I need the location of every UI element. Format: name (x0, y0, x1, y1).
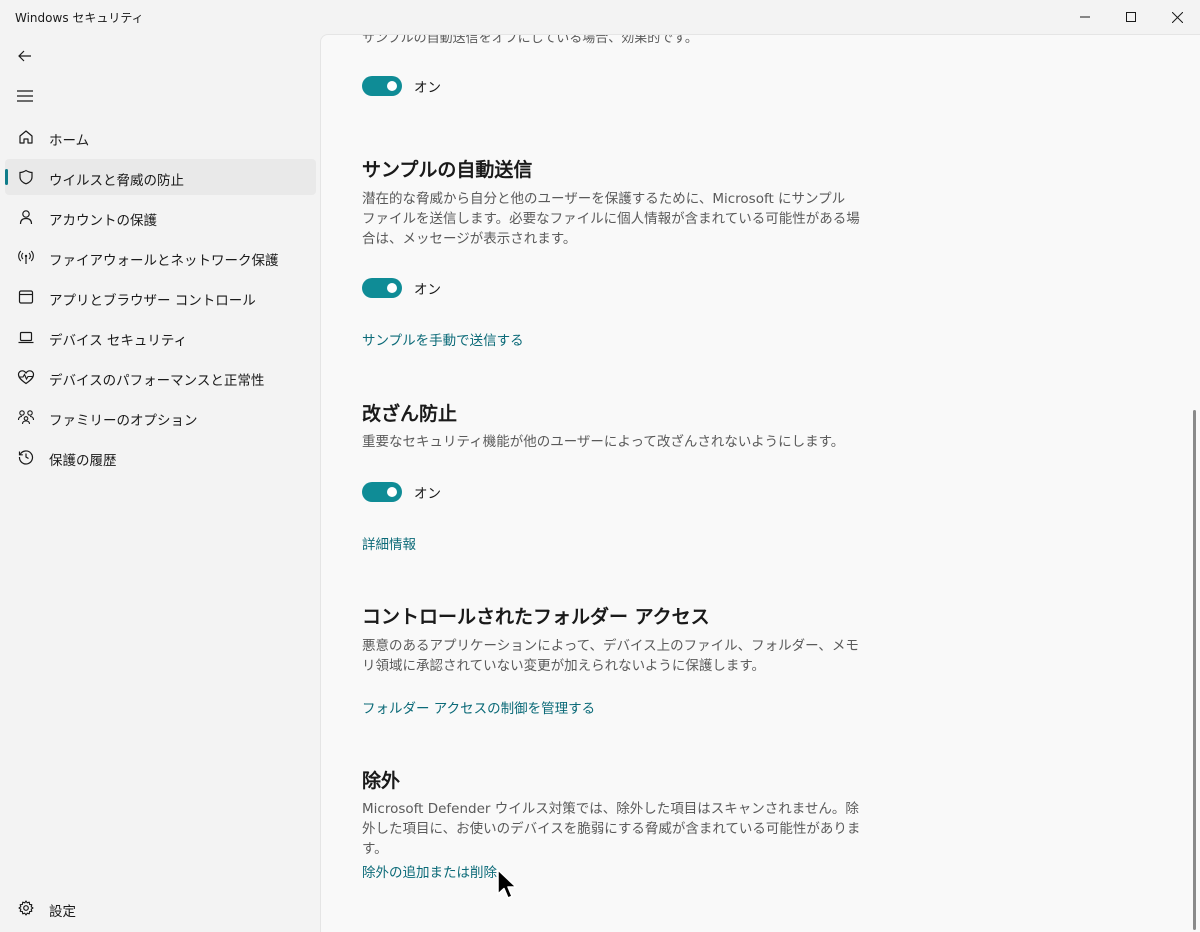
toggle-knob (387, 283, 397, 293)
home-icon (16, 127, 36, 147)
sidebar-item-label: ファミリーのオプション (49, 413, 198, 429)
back-arrow-icon (18, 50, 31, 62)
controlled-folder-description: 悪意のあるアプリケーションによって、デバイス上のファイル、フォルダー、メモリ領域… (362, 638, 859, 674)
sidebar-item-home[interactable]: ホーム (5, 119, 316, 155)
history-icon (16, 447, 36, 467)
title-bar: Windows セキュリティ (0, 0, 1200, 34)
manage-folder-access-link[interactable]: フォルダー アクセスの制御を管理する (362, 697, 595, 717)
back-button[interactable] (15, 46, 35, 66)
sidebar-item-family[interactable]: ファミリーのオプション (5, 399, 316, 435)
menu-button[interactable] (15, 86, 35, 106)
tamper-protection-description: 重要なセキュリティ機能が他のユーザーによって改ざんされないようにします。 (362, 434, 845, 450)
cloud-protection-toggle-row: オン (362, 76, 441, 96)
sidebar-item-device-health[interactable]: デバイスのパフォーマンスと正常性 (5, 359, 316, 395)
sidebar: ホーム ウイルスと脅威の防止 アカウントの保護 ファイアウォールとネットワーク保… (0, 34, 320, 932)
sidebar-item-account-protection[interactable]: アカウントの保護 (5, 199, 316, 235)
manual-sample-submit-link[interactable]: サンプルを手動で送信する (362, 329, 524, 349)
antenna-icon (16, 247, 36, 267)
sidebar-item-label: デバイスのパフォーマンスと正常性 (49, 373, 265, 389)
gear-icon (16, 898, 36, 918)
controlled-folder-title: コントロールされたフォルダー アクセス (362, 606, 710, 628)
person-icon (16, 207, 36, 227)
hamburger-icon (17, 90, 33, 102)
sidebar-item-label: 保護の履歴 (49, 453, 117, 469)
sidebar-item-virus-protection[interactable]: ウイルスと脅威の防止 (5, 159, 316, 195)
sample-submission-toggle-row: オン (362, 278, 441, 298)
toggle-knob (387, 487, 397, 497)
sidebar-item-device-security[interactable]: デバイス セキュリティ (5, 319, 316, 355)
sample-submission-title: サンプルの自動送信 (362, 159, 533, 181)
sample-submission-toggle[interactable] (362, 278, 402, 298)
sidebar-item-label: デバイス セキュリティ (49, 333, 188, 349)
vertical-scrollbar[interactable] (1193, 410, 1196, 930)
sidebar-item-label: アプリとブラウザー コントロール (49, 293, 256, 309)
mouse-cursor-icon (497, 869, 517, 899)
toggle-knob (387, 81, 397, 91)
tamper-protection-title: 改ざん防止 (362, 403, 458, 425)
app-window-icon (16, 287, 36, 307)
sidebar-item-protection-history[interactable]: 保護の履歴 (5, 439, 316, 475)
add-remove-exclusions-link[interactable]: 除外の追加または削除 (362, 861, 497, 881)
active-indicator (5, 169, 8, 185)
exclusions-description: Microsoft Defender ウイルス対策では、除外した項目はスキャンさ… (362, 801, 861, 857)
tamper-more-info-link[interactable]: 詳細情報 (362, 533, 416, 553)
sidebar-item-label: ファイアウォールとネットワーク保護 (49, 253, 279, 269)
minimize-button[interactable] (1062, 0, 1108, 34)
window-title: Windows セキュリティ (15, 11, 144, 25)
tamper-protection-toggle[interactable] (362, 482, 402, 502)
settings-label: 設定 (49, 904, 76, 920)
sidebar-item-label: ホーム (49, 133, 90, 149)
shield-icon (16, 167, 36, 187)
sidebar-item-label: アカウントの保護 (49, 213, 157, 229)
toggle-state-label: オン (414, 282, 441, 298)
sidebar-item-app-browser[interactable]: アプリとブラウザー コントロール (5, 279, 316, 315)
sample-submission-description: 潜在的な脅威から自分と他のユーザーを保護するために、Microsoft にサンプ… (362, 191, 860, 247)
sidebar-item-label: ウイルスと脅威の防止 (49, 173, 184, 189)
cut-off-description: サンプルの自動送信をオフにしている場合、効果的です。 (362, 34, 698, 46)
maximize-button[interactable] (1108, 0, 1154, 34)
minimize-icon (1080, 16, 1090, 18)
sidebar-item-settings[interactable]: 設定 (5, 890, 316, 926)
family-icon (16, 407, 36, 427)
toggle-state-label: オン (414, 80, 441, 96)
exclusions-title: 除外 (362, 770, 401, 792)
close-icon (1171, 11, 1183, 23)
tamper-protection-toggle-row: オン (362, 482, 441, 502)
toggle-state-label: オン (414, 486, 441, 502)
cloud-protection-toggle[interactable] (362, 76, 402, 96)
sidebar-item-firewall[interactable]: ファイアウォールとネットワーク保護 (5, 239, 316, 275)
main-content: サンプルの自動送信をオフにしている場合、効果的です。 オン サンプルの自動送信 … (320, 34, 1200, 932)
maximize-icon (1126, 12, 1136, 22)
heart-pulse-icon (16, 367, 36, 387)
laptop-icon (16, 327, 36, 347)
close-button[interactable] (1154, 0, 1200, 34)
